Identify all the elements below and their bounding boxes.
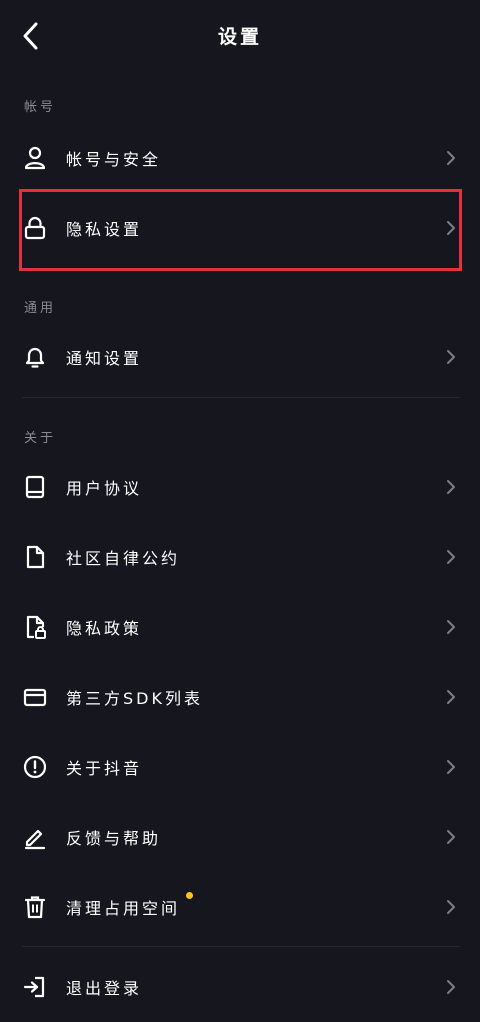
row-feedback-help[interactable]: 反馈与帮助 [0, 802, 480, 872]
row-label: 反馈与帮助 [66, 829, 162, 848]
document-icon [22, 544, 48, 570]
row-label: 退出登录 [66, 979, 143, 998]
row-notification-settings[interactable]: 通知设置 [0, 322, 480, 392]
row-account-security[interactable]: 帐号与安全 [0, 123, 480, 193]
chevron-right-icon [447, 620, 455, 634]
chevron-right-icon [447, 151, 455, 165]
bell-icon [22, 344, 48, 370]
row-privacy-policy[interactable]: 隐私政策 [0, 592, 480, 662]
row-logout[interactable]: 退出登录 [0, 952, 480, 1022]
row-label: 用户协议 [66, 479, 143, 498]
row-label: 清理占用空间 [66, 899, 181, 918]
chevron-right-icon [447, 550, 455, 564]
edit-icon [22, 824, 48, 850]
row-clear-storage[interactable]: 清理占用空间 [0, 872, 480, 942]
row-label: 通知设置 [66, 349, 143, 368]
row-user-agreement[interactable]: 用户协议 [0, 452, 480, 522]
chevron-right-icon [447, 830, 455, 844]
highlight-box [19, 189, 462, 271]
chevron-right-icon [447, 900, 455, 914]
row-label: 社区自律公约 [66, 549, 181, 568]
row-label: 帐号与安全 [66, 150, 162, 169]
chevron-right-icon [447, 480, 455, 494]
card-icon [22, 684, 48, 710]
page-title: 设置 [217, 26, 262, 48]
notification-dot [186, 892, 193, 899]
section-label-general: 通用 [24, 301, 57, 316]
chevron-right-icon [447, 690, 455, 704]
row-community-guidelines[interactable]: 社区自律公约 [0, 522, 480, 592]
user-icon [22, 145, 48, 171]
section-label-account: 帐号 [24, 100, 57, 115]
row-label: 关于抖音 [66, 759, 143, 778]
section-label-about: 关于 [24, 431, 57, 446]
document-lock-icon [22, 614, 48, 640]
row-label: 第三方SDK列表 [66, 689, 203, 708]
chevron-right-icon [447, 760, 455, 774]
divider [22, 946, 460, 947]
book-icon [22, 474, 48, 500]
chevron-right-icon [447, 350, 455, 364]
row-sdk-list[interactable]: 第三方SDK列表 [0, 662, 480, 732]
info-icon [22, 754, 48, 780]
row-about-douyin[interactable]: 关于抖音 [0, 732, 480, 802]
header: 设置 [0, 0, 480, 72]
chevron-right-icon [447, 980, 455, 994]
divider [22, 397, 460, 398]
row-label: 隐私政策 [66, 619, 143, 638]
trash-icon [22, 894, 48, 920]
logout-icon [22, 974, 48, 1000]
